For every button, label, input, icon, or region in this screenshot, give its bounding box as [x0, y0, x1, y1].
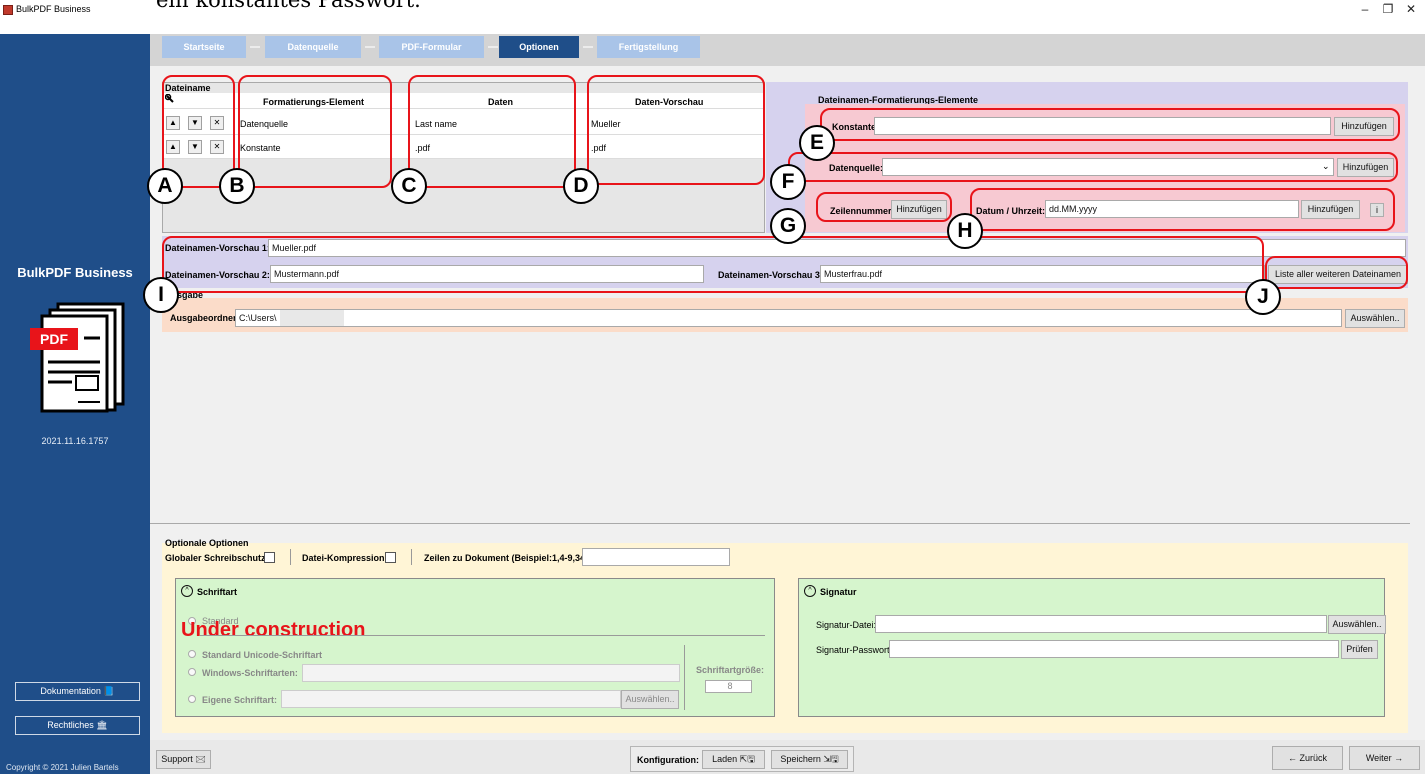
own-font-label: Eigene Schriftart:	[202, 695, 278, 705]
annotation-box-i	[162, 236, 1264, 293]
step-optionen[interactable]: Optionen	[499, 36, 579, 58]
annotation-box-d	[587, 75, 765, 185]
annotation-label-f: F	[770, 164, 806, 200]
step-separator	[488, 46, 498, 48]
annotation-label-c: C	[391, 168, 427, 204]
pdf-logo-icon: PDF	[28, 302, 128, 414]
annotation-box-f	[788, 152, 1398, 182]
check-signature-button[interactable]: Prüfen	[1341, 640, 1378, 659]
legal-button[interactable]: Rechtliches 🏛	[15, 716, 140, 735]
annotation-label-h: H	[947, 213, 983, 249]
output-folder-label: Ausgabeordner:	[170, 313, 240, 323]
signature-title: Signatur	[820, 587, 857, 597]
font-size-input[interactable]: 8	[705, 680, 752, 693]
windows-font-select[interactable]	[302, 664, 680, 682]
signature-password-input[interactable]	[889, 640, 1339, 658]
annotation-label-d: D	[563, 168, 599, 204]
separator	[290, 549, 291, 565]
own-font-input[interactable]	[281, 690, 621, 708]
separator	[200, 635, 765, 636]
compression-checkbox[interactable]	[385, 552, 396, 563]
annotation-label-i: I	[143, 277, 179, 313]
windows-font-radio[interactable]	[188, 668, 196, 676]
step-separator	[365, 46, 375, 48]
annotation-label-e: E	[799, 125, 835, 161]
step-separator	[250, 46, 260, 48]
rows-to-document-input[interactable]	[582, 548, 730, 566]
overlay-caption: ein konstantes Passwort.	[156, 0, 421, 12]
annotation-label-a: A	[147, 168, 183, 204]
windows-font-label: Windows-Schriftarten:	[202, 668, 298, 678]
step-fertigstellung[interactable]: Fertigstellung	[597, 36, 700, 58]
annotation-label-g: G	[770, 208, 806, 244]
annotation-box-c	[408, 75, 576, 188]
annotation-box-h	[970, 188, 1395, 231]
under-construction-label: Under construction	[181, 619, 366, 641]
annotation-box-j	[1265, 256, 1408, 289]
rows-to-document-label: Zeilen zu Dokument (Beispiel:1,4-9,34):	[424, 553, 592, 563]
support-button[interactable]: Support 🖂	[156, 750, 211, 769]
own-font-radio[interactable]	[188, 695, 196, 703]
collapse-font-icon[interactable]: ^	[181, 585, 193, 597]
unicode-label: Standard Unicode-Schriftart	[202, 650, 323, 660]
maximize-button[interactable]: ❐	[1378, 2, 1398, 16]
step-separator	[583, 46, 593, 48]
close-button[interactable]: ✕	[1401, 2, 1421, 16]
font-title: Schriftart	[197, 587, 238, 597]
app-version: 2021.11.16.1757	[41, 436, 109, 446]
options-title: Optionale Optionen	[165, 538, 249, 548]
signature-file-label: Signatur-Datei:	[816, 620, 877, 630]
annotation-box-e	[820, 108, 1400, 141]
output-folder-input[interactable]: C:\Users\	[235, 309, 1342, 327]
minimize-button[interactable]: –	[1355, 2, 1375, 16]
load-config-button[interactable]: Laden ⇱🖫	[702, 750, 765, 769]
step-startseite[interactable]: Startseite	[162, 36, 246, 58]
separator	[411, 549, 412, 565]
font-size-label: Schriftartgröße:	[696, 665, 765, 675]
unicode-radio[interactable]	[188, 650, 196, 658]
annotation-label-b: B	[219, 168, 255, 204]
annotation-box-g	[816, 192, 952, 222]
separator	[684, 645, 685, 710]
write-protect-checkbox[interactable]	[264, 552, 275, 563]
collapse-signature-icon[interactable]: ^	[804, 585, 816, 597]
save-config-button[interactable]: Speichern ⇲🖫	[771, 750, 848, 769]
choose-output-folder-button[interactable]: Auswählen..	[1345, 309, 1405, 328]
compression-label: Datei-Kompression:	[302, 553, 388, 563]
config-label: Konfiguration:	[637, 755, 699, 765]
annotation-box-b	[238, 75, 392, 188]
choose-signature-button[interactable]: Auswählen..	[1328, 615, 1386, 634]
copyright: Copyright © 2021 Julien Bartels	[6, 763, 119, 772]
divider	[150, 523, 1410, 524]
svg-text:PDF: PDF	[40, 331, 68, 347]
next-button[interactable]: Weiter →	[1349, 746, 1420, 770]
documentation-button[interactable]: Dokumentation 📘	[15, 682, 140, 701]
write-protect-label: Globaler Schreibschutz:	[165, 553, 269, 563]
app-icon	[3, 5, 13, 15]
signature-file-input[interactable]	[875, 615, 1327, 633]
back-button[interactable]: ← Zurück	[1272, 746, 1343, 770]
step-pdf-formular[interactable]: PDF-Formular	[379, 36, 484, 58]
sidebar-app-name: BulkPDF Business	[17, 265, 133, 280]
redacted-path	[280, 310, 344, 326]
signature-password-label: Signatur-Passwort:	[816, 645, 893, 655]
choose-font-button[interactable]: Auswählen..	[621, 690, 679, 709]
step-datenquelle[interactable]: Datenquelle	[265, 36, 361, 58]
annotation-label-j: J	[1245, 279, 1281, 315]
window-title: BulkPDF Business	[16, 4, 91, 14]
